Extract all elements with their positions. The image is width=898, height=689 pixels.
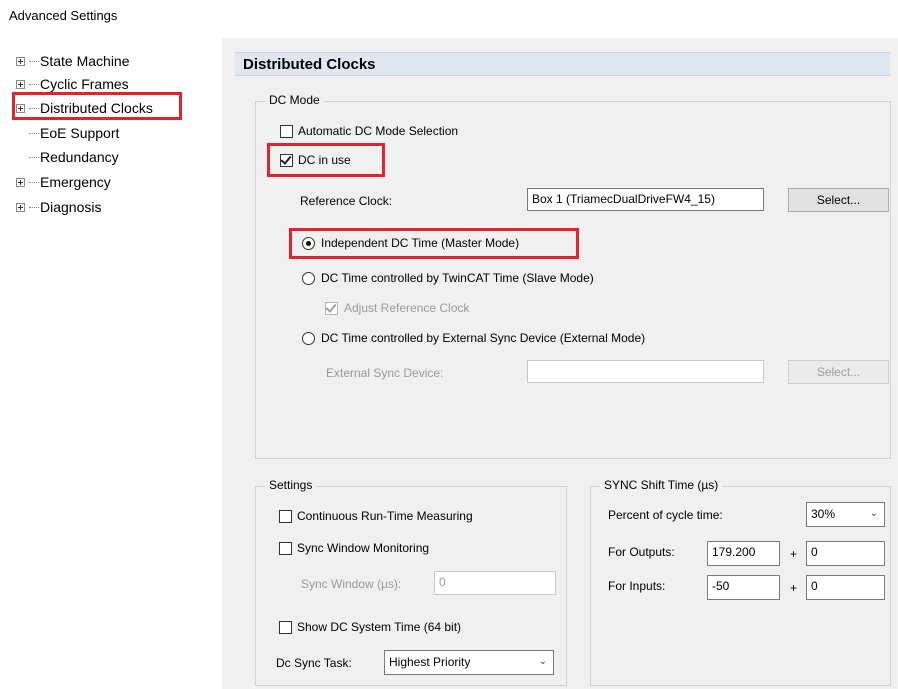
group-title: Settings bbox=[265, 478, 317, 492]
tree-item-label: EoE Support bbox=[40, 125, 120, 141]
group-title: DC Mode bbox=[265, 93, 324, 107]
show-dc-system-time-checkbox[interactable] bbox=[279, 621, 292, 634]
for-outputs-label: For Outputs: bbox=[608, 545, 675, 559]
outputs-offset-field[interactable]: 0 bbox=[806, 541, 885, 566]
section-title: Distributed Clocks bbox=[243, 56, 376, 73]
adjust-reference-clock-checkbox[interactable] bbox=[325, 301, 338, 315]
settings-tree: State Machine Cyclic Frames Distributed … bbox=[0, 38, 223, 689]
section-header: Distributed Clocks bbox=[235, 52, 890, 76]
tree-item-emergency[interactable]: Emergency bbox=[0, 171, 200, 193]
slave-mode-radio[interactable] bbox=[302, 272, 315, 285]
expand-plus-icon[interactable] bbox=[16, 80, 25, 89]
tree-item-label: Diagnosis bbox=[40, 199, 102, 215]
sync-window-label: Sync Window (µs): bbox=[301, 577, 402, 591]
percent-cycle-value: 30% bbox=[811, 507, 836, 521]
dc-in-use-highlight-box bbox=[267, 143, 385, 177]
expand-plus-icon[interactable] bbox=[16, 57, 25, 66]
tree-item-label: State Machine bbox=[40, 53, 130, 69]
reference-clock-label: Reference Clock: bbox=[300, 194, 393, 208]
tree-item-label: Redundancy bbox=[40, 149, 119, 165]
for-inputs-label: For Inputs: bbox=[608, 579, 666, 593]
expand-plus-icon[interactable] bbox=[16, 203, 25, 212]
sync-window-monitoring-checkbox[interactable] bbox=[279, 542, 292, 555]
check-icon bbox=[325, 301, 337, 313]
chevron-down-icon: ⌄ bbox=[538, 656, 547, 667]
auto-dc-mode-label: Automatic DC Mode Selection bbox=[298, 124, 459, 138]
inputs-plus-sign: + bbox=[790, 581, 798, 595]
external-sync-select-button[interactable]: Select... bbox=[788, 360, 889, 384]
auto-dc-mode-checkbox[interactable] bbox=[280, 125, 293, 138]
for-inputs-field[interactable]: -50 bbox=[707, 575, 780, 600]
tree-item-eoe-support[interactable]: EoE Support bbox=[0, 122, 200, 144]
dc-sync-task-value: Highest Priority bbox=[389, 655, 471, 669]
slave-mode-label: DC Time controlled by TwinCAT Time (Slav… bbox=[321, 271, 594, 285]
master-mode-highlight-box bbox=[289, 228, 579, 259]
sync-window-field[interactable]: 0 bbox=[434, 571, 556, 595]
reference-clock-field[interactable]: Box 1 (TriamecDualDriveFW4_15) bbox=[527, 188, 764, 211]
continuous-runtime-label: Continuous Run-Time Measuring bbox=[297, 509, 473, 523]
tree-item-diagnosis[interactable]: Diagnosis bbox=[0, 196, 200, 218]
tree-item-label: Emergency bbox=[40, 174, 111, 190]
show-dc-system-time-label: Show DC System Time (64 bit) bbox=[297, 620, 462, 634]
reference-clock-select-button[interactable]: Select... bbox=[788, 188, 889, 212]
window-title: Advanced Settings bbox=[9, 8, 118, 23]
external-sync-device-field[interactable] bbox=[527, 360, 764, 383]
dc-sync-task-label: Dc Sync Task: bbox=[276, 656, 352, 670]
inputs-offset-field[interactable]: 0 bbox=[806, 575, 885, 600]
dc-sync-task-dropdown[interactable]: Highest Priority ⌄ bbox=[384, 650, 554, 675]
tree-item-redundancy[interactable]: Redundancy bbox=[0, 146, 200, 168]
expand-plus-icon[interactable] bbox=[16, 178, 25, 187]
sync-window-monitoring-label: Sync Window Monitoring bbox=[297, 541, 430, 555]
group-title: SYNC Shift Time (µs) bbox=[600, 478, 723, 492]
percent-cycle-label: Percent of cycle time: bbox=[608, 508, 723, 522]
percent-cycle-dropdown[interactable]: 30% ⌄ bbox=[806, 502, 885, 527]
external-sync-device-label: External Sync Device: bbox=[326, 366, 444, 380]
external-mode-label: DC Time controlled by External Sync Devi… bbox=[321, 331, 646, 345]
continuous-runtime-checkbox[interactable] bbox=[279, 510, 292, 523]
chevron-down-icon: ⌄ bbox=[869, 508, 878, 519]
external-mode-radio[interactable] bbox=[302, 332, 315, 345]
for-outputs-field[interactable]: 179.200 bbox=[707, 541, 780, 566]
outputs-plus-sign: + bbox=[790, 547, 798, 561]
selection-highlight-box bbox=[12, 92, 182, 120]
tree-item-state-machine[interactable]: State Machine bbox=[0, 50, 200, 72]
adjust-reference-clock-label: Adjust Reference Clock bbox=[344, 301, 470, 315]
